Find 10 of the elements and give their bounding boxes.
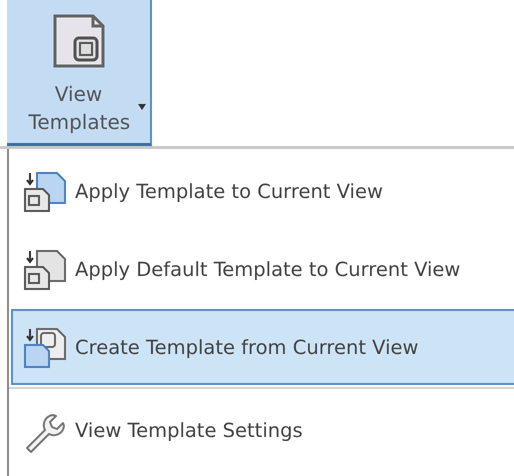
menu-item[interactable]: View Template Settings: [11, 392, 514, 468]
view-templates-button[interactable]: View Templates: [7, 0, 152, 146]
menu-item-label: Create Template from Current View: [75, 336, 418, 358]
menu-item-label: View Template Settings: [75, 418, 303, 442]
menu-item[interactable]: Create Template from Current View: [11, 309, 514, 385]
caret-icon: [138, 104, 146, 110]
menu-item[interactable]: Apply Template to Current View: [11, 153, 514, 229]
menu-item-label: Apply Template to Current View: [75, 180, 383, 202]
menu-item-label: Apply Default Template to Current View: [75, 258, 460, 280]
menu-item[interactable]: Apply Default Template to Current View: [11, 231, 514, 307]
